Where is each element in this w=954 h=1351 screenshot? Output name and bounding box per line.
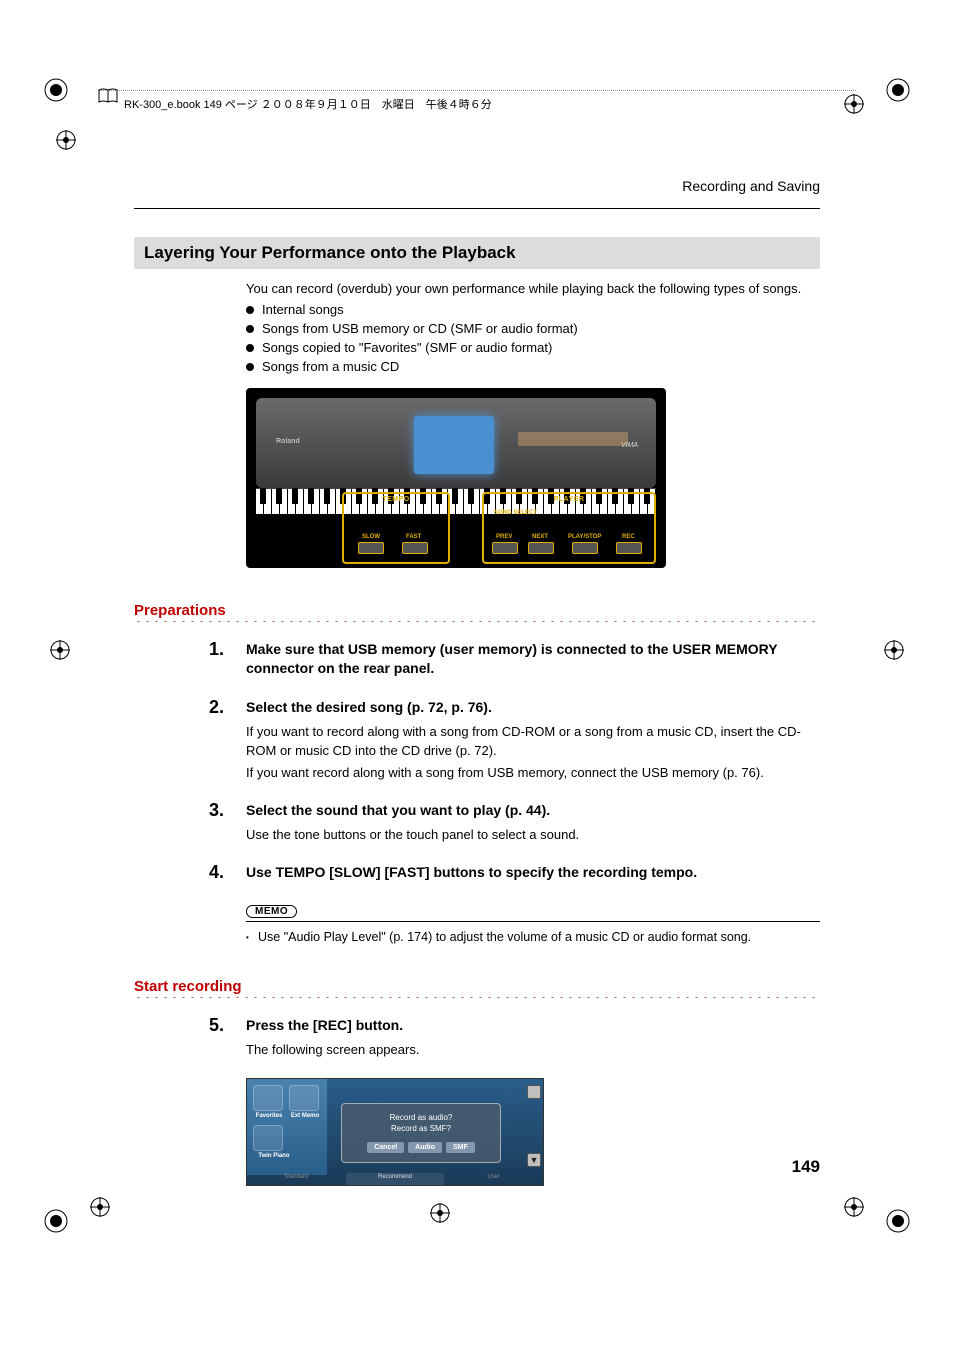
song-select-label: SONG SELECT: [494, 510, 537, 516]
memo-rule: [246, 921, 820, 922]
screen-tabs: Standard Recommend User: [247, 1173, 543, 1185]
keyboard-panel: Roland VIMA: [256, 398, 656, 488]
dialog-line1: Record as audio?: [390, 1113, 453, 1122]
rec-label: REC: [622, 534, 635, 540]
start-recording-heading: Start recording: [134, 978, 820, 995]
step-title: Press the [REC] button.: [246, 1016, 820, 1035]
registration-icon: [50, 640, 70, 660]
step-number: 3.: [134, 801, 246, 849]
step-title: Use TEMPO [SLOW] [FAST] buttons to speci…: [246, 863, 820, 882]
page-title: Layering Your Performance onto the Playb…: [134, 237, 820, 269]
step-title: Select the desired song (p. 72, p. 76).: [246, 698, 820, 717]
step-number: 1.: [134, 640, 246, 684]
step-desc: If you want record along with a song fro…: [246, 764, 820, 783]
book-icon: [98, 88, 118, 107]
prev-label: PREV: [496, 534, 512, 540]
screen-left-panel: Favorites Ext Memo Twin Piano: [247, 1079, 327, 1175]
tempo-label: TEMPO: [382, 496, 409, 503]
registration-icon: [844, 94, 864, 114]
vima-label: VIMA: [621, 442, 638, 449]
record-dialog: Record as audio? Record as SMF? Cancel A…: [341, 1103, 501, 1163]
extmemo-label: Ext Memo: [285, 1113, 325, 1119]
registration-icon: [56, 130, 76, 150]
header-rule: [98, 90, 856, 91]
crop-mark-icon: [886, 1209, 910, 1233]
step-desc: If you want to record along with a song …: [246, 723, 820, 761]
section-label: Recording and Saving: [134, 178, 820, 194]
keyboard-screen-icon: [414, 416, 494, 474]
player-label: PLAYER: [554, 496, 585, 503]
step-number: 5.: [134, 1016, 246, 1064]
registration-icon: [884, 640, 904, 660]
registration-icon: [844, 1197, 864, 1217]
step-3: 3. Select the sound that you want to pla…: [134, 801, 820, 849]
keyboard-illustration: Roland VIMA TEMPO SLOW FAST PLAYER SONG …: [246, 388, 666, 568]
dialog-line2: Record as SMF?: [391, 1124, 451, 1133]
list-item: Songs from USB memory or CD (SMF or audi…: [246, 321, 820, 336]
extmemo-tile-icon: [289, 1085, 319, 1111]
step-number: 4.: [134, 863, 246, 888]
twin-piano-label: Twin Piano: [249, 1153, 299, 1159]
list-item: Songs copied to "Favorites" (SMF or audi…: [246, 340, 820, 355]
favorite-tile-icon: [253, 1085, 283, 1111]
step-title: Make sure that USB memory (user memory) …: [246, 640, 820, 678]
smf-button: SMF: [446, 1142, 475, 1153]
dotted-rule: [134, 621, 820, 622]
slow-label: SLOW: [362, 534, 380, 540]
next-button-icon: [528, 542, 554, 554]
side-button-icon: [527, 1085, 541, 1099]
bullet-list: Internal songs Songs from USB memory or …: [246, 302, 820, 374]
next-label: NEXT: [532, 534, 548, 540]
intro-text: You can record (overdub) your own perfor…: [246, 281, 820, 296]
registration-icon: [430, 1203, 450, 1223]
registration-icon: [90, 1197, 110, 1217]
audio-button: Audio: [408, 1142, 442, 1153]
fast-button-icon: [402, 542, 428, 554]
favorites-label: Favorites: [249, 1113, 289, 1119]
section-rule: [134, 208, 820, 209]
memo-text: Use "Audio Play Level" (p. 174) to adjus…: [246, 930, 820, 944]
playstop-button-icon: [572, 542, 598, 554]
step-5: 5. Press the [REC] button. The following…: [134, 1016, 820, 1064]
player-highlight: PLAYER SONG SELECT PREV NEXT PLAY/STOP R…: [482, 492, 656, 564]
keyboard-leds-icon: [518, 432, 628, 446]
step-1: 1. Make sure that USB memory (user memor…: [134, 640, 820, 684]
cancel-button: Cancel: [367, 1142, 404, 1153]
list-item: Songs from a music CD: [246, 359, 820, 374]
brand-label: Roland: [276, 438, 300, 445]
step-title: Select the sound that you want to play (…: [246, 801, 820, 820]
header-text: RK-300_e.book 149 ページ ２００８年９月１０日 水曜日 午後４…: [124, 96, 492, 112]
step-number: 2.: [134, 698, 246, 787]
preparations-heading: Preparations: [134, 602, 820, 619]
dotted-rule: [134, 997, 820, 998]
screen-illustration: Favorites Ext Memo Twin Piano Record as …: [246, 1078, 544, 1186]
manual-page: RK-300_e.book 149 ページ ２００８年９月１０日 水曜日 午後４…: [0, 0, 954, 1351]
memo-badge: MEMO: [246, 905, 297, 918]
memo-block: MEMO Use "Audio Play Level" (p. 174) to …: [246, 902, 820, 944]
tab-recommend: Recommend: [346, 1173, 445, 1185]
rec-button-icon: [616, 542, 642, 554]
crop-mark-icon: [44, 78, 68, 102]
down-arrow-icon: ▼: [527, 1153, 541, 1167]
twin-piano-tile-icon: [253, 1125, 283, 1151]
crop-mark-icon: [44, 1209, 68, 1233]
step-4: 4. Use TEMPO [SLOW] [FAST] buttons to sp…: [134, 863, 820, 888]
step-2: 2. Select the desired song (p. 72, p. 76…: [134, 698, 820, 787]
step-desc: The following screen appears.: [246, 1041, 820, 1060]
tempo-highlight: TEMPO SLOW FAST: [342, 492, 450, 564]
tab-user: User: [444, 1173, 543, 1185]
fast-label: FAST: [406, 534, 421, 540]
slow-button-icon: [358, 542, 384, 554]
playstop-label: PLAY/STOP: [568, 534, 601, 540]
page-number: 149: [792, 1157, 820, 1177]
crop-mark-icon: [886, 78, 910, 102]
tab-standard: Standard: [247, 1173, 346, 1185]
list-item: Internal songs: [246, 302, 820, 317]
step-desc: Use the tone buttons or the touch panel …: [246, 826, 820, 845]
prev-button-icon: [492, 542, 518, 554]
